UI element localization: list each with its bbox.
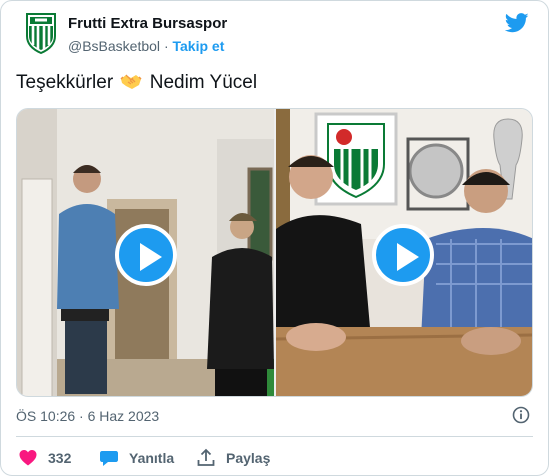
video-thumbnail-1[interactable]: [17, 109, 274, 396]
author-names: Frutti Extra Bursaspor @BsBasketbol · Ta…: [68, 14, 227, 56]
play-icon: [140, 243, 162, 271]
tweet-text: Teşekkürler Nedim Yücel: [16, 70, 257, 96]
share-label: Paylaş: [226, 450, 271, 466]
tweet-timestamp[interactable]: ÖS 10:26 · 6 Haz 2023: [16, 408, 159, 424]
heart-icon: [19, 450, 37, 466]
reply-button[interactable]: Yanıtla: [99, 447, 179, 469]
bursaspor-crest-avatar[interactable]: [24, 12, 58, 54]
twitter-bird-icon[interactable]: [505, 13, 529, 33]
tweet-card: Frutti Extra Bursaspor @BsBasketbol · Ta…: [0, 0, 549, 476]
tweet-header: Frutti Extra Bursaspor @BsBasketbol · Ta…: [16, 11, 533, 57]
play-button-2[interactable]: [372, 224, 434, 286]
info-icon[interactable]: [512, 406, 530, 424]
tweet-text-part-1: Teşekkürler: [16, 72, 114, 93]
play-icon: [397, 243, 419, 271]
like-count: 332: [48, 450, 72, 466]
play-button-1[interactable]: [115, 224, 177, 286]
author-handle-line: @BsBasketbol · Takip et: [68, 36, 227, 56]
actions-divider: [16, 436, 533, 437]
share-button[interactable]: Paylaş: [196, 447, 286, 469]
tweet-meta: ÖS 10:26 · 6 Haz 2023: [16, 406, 533, 426]
reply-bubble-icon: [100, 451, 118, 466]
video-thumbnail-2[interactable]: [276, 109, 532, 396]
follow-button[interactable]: Takip et: [173, 38, 225, 54]
tweet-text-part-2: Nedim Yücel: [149, 72, 258, 93]
author-handle[interactable]: @BsBasketbol: [68, 38, 160, 54]
handle-separator: ·: [163, 38, 169, 54]
media-grid: [16, 108, 533, 397]
share-icon: [197, 448, 215, 466]
reply-label: Yanıtla: [129, 450, 175, 466]
handshake-emoji-icon: [120, 74, 142, 89]
author-display-name[interactable]: Frutti Extra Bursaspor: [68, 14, 227, 34]
like-button[interactable]: 332: [18, 447, 78, 469]
